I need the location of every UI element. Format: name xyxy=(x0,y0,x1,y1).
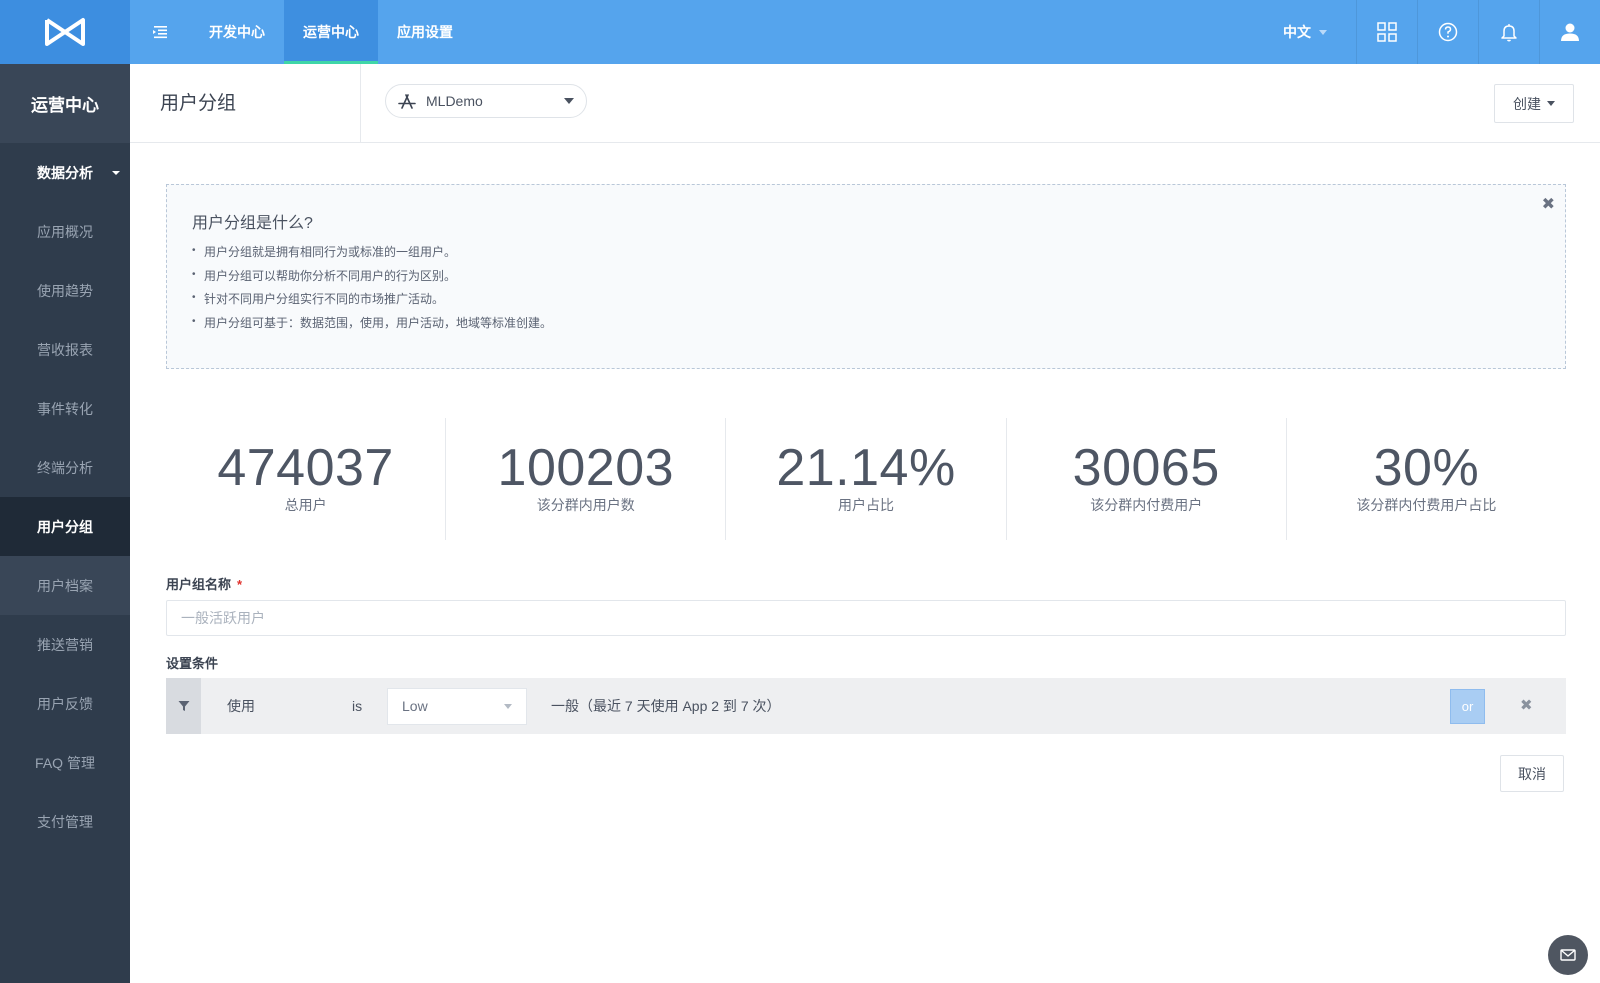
page-header: 用户分组 MLDemo 创建 xyxy=(130,64,1600,143)
info-panel: 用户分组是什么? 用户分组就是拥有相同行为或标准的一组用户。 用户分组可以帮助你… xyxy=(166,184,1566,369)
cancel-button[interactable]: 取消 xyxy=(1500,755,1564,792)
nav-ops-center[interactable]: 运营中心 xyxy=(284,0,378,64)
chevron-down-icon xyxy=(504,703,512,709)
stat-value: 100203 xyxy=(497,439,675,497)
info-item: 用户分组可以帮助你分析不同用户的行为区别。 xyxy=(192,263,1540,289)
bell-icon xyxy=(1501,24,1517,42)
nav-app-settings[interactable]: 应用设置 xyxy=(378,0,472,64)
stat-label: 该分群内付费用户 xyxy=(1090,497,1203,513)
header-divider xyxy=(360,64,361,143)
sidebar-item-push-marketing[interactable]: 推送营销 xyxy=(0,615,130,674)
app-select-value: MLDemo xyxy=(426,93,483,109)
apps-button[interactable] xyxy=(1356,0,1417,64)
brand-logo[interactable] xyxy=(0,0,130,64)
group-name-label: 用户组名称 * xyxy=(166,574,242,593)
sidebar-section-data-analysis[interactable]: 数据分析 xyxy=(0,143,130,202)
sidebar-item-app-overview[interactable]: 应用概况 xyxy=(0,202,130,261)
user-menu-button[interactable] xyxy=(1539,0,1600,64)
close-icon[interactable]: ✖ xyxy=(1542,197,1555,213)
create-button[interactable]: 创建 xyxy=(1494,84,1574,123)
conditions-label: 设置条件 xyxy=(166,656,219,671)
filter-handle[interactable] xyxy=(166,678,201,734)
sidebar-header: 运营中心 xyxy=(0,64,130,143)
message-icon xyxy=(1560,949,1576,961)
stats-row: 474037 总用户 100203 该分群内用户数 21.14% 用户占比 30… xyxy=(166,418,1566,540)
condition-row: 使用 is Low 一般（最近 7 天使用 App 2 到 7 次） or ✖ xyxy=(166,678,1566,734)
menu-toggle-button[interactable] xyxy=(130,0,190,64)
sidebar-item-event-conversion[interactable]: 事件转化 xyxy=(0,379,130,438)
info-item: 针对不同用户分组实行不同的市场推广活动。 xyxy=(192,286,1540,312)
sidebar-item-faq-management[interactable]: FAQ 管理 xyxy=(0,733,130,792)
stat-value: 474037 xyxy=(217,439,394,497)
top-right-tools: 中文 xyxy=(1254,0,1600,64)
group-name-input[interactable] xyxy=(166,600,1566,636)
stat-value: 30065 xyxy=(1072,439,1220,497)
stat-label: 该分群内付费用户占比 xyxy=(1356,497,1497,513)
stat-label: 用户占比 xyxy=(838,497,894,513)
stat-paying-ratio: 30% 该分群内付费用户占比 xyxy=(1287,418,1566,540)
notifications-button[interactable] xyxy=(1478,0,1539,64)
group-name-label-text: 用户组名称 xyxy=(166,577,232,592)
stat-label: 该分群内用户数 xyxy=(536,497,635,513)
sidebar-item-user-feedback[interactable]: 用户反馈 xyxy=(0,674,130,733)
help-icon xyxy=(1438,22,1458,42)
or-button[interactable]: or xyxy=(1450,689,1485,724)
sidebar-item-payment-management[interactable]: 支付管理 xyxy=(0,792,130,851)
menu-collapse-icon xyxy=(153,26,167,39)
sidebar-item-usage-trend[interactable]: 使用趋势 xyxy=(0,261,130,320)
page-title: 用户分组 xyxy=(160,93,237,114)
message-button[interactable] xyxy=(1548,935,1588,975)
sidebar-section-label: 数据分析 xyxy=(37,164,93,181)
condition-description: 一般（最近 7 天使用 App 2 到 7 次） xyxy=(551,698,781,714)
apps-grid-icon xyxy=(1377,22,1397,42)
stat-paying-users: 30065 该分群内付费用户 xyxy=(1007,418,1287,540)
language-label: 中文 xyxy=(1283,24,1311,40)
sidebar-item-device-analysis[interactable]: 终端分析 xyxy=(0,438,130,497)
condition-operator[interactable]: is xyxy=(352,698,387,714)
condition-value-select[interactable]: Low xyxy=(387,687,527,725)
chevron-down-icon xyxy=(1319,29,1327,35)
stat-user-ratio: 21.14% 用户占比 xyxy=(726,418,1007,540)
stat-total-users: 474037 总用户 xyxy=(166,418,447,540)
info-item: 用户分组可基于：数据范围，使用，用户活动，地域等标准创建。 xyxy=(192,310,1540,336)
close-icon[interactable]: ✖ xyxy=(1520,696,1533,714)
sidebar-item-user-profiles[interactable]: 用户档案 xyxy=(0,556,130,615)
stat-value: 30% xyxy=(1373,439,1480,497)
brand-logo-icon xyxy=(45,18,85,46)
stat-segment-users: 100203 该分群内用户数 xyxy=(446,418,727,540)
language-select[interactable]: 中文 xyxy=(1254,0,1356,64)
nav-dev-center[interactable]: 开发中心 xyxy=(190,0,284,64)
caret-down-icon xyxy=(112,171,120,175)
sidebar-item-revenue-report[interactable]: 营收报表 xyxy=(0,320,130,379)
condition-field[interactable]: 使用 xyxy=(227,696,352,716)
required-mark: * xyxy=(237,577,243,592)
app-select[interactable]: MLDemo xyxy=(385,84,587,118)
stat-value: 21.14% xyxy=(776,439,956,497)
help-button[interactable] xyxy=(1417,0,1478,64)
app-store-icon xyxy=(398,94,416,109)
chevron-down-icon xyxy=(1547,101,1555,106)
sidebar: 运营中心 数据分析 应用概况 使用趋势 营收报表 事件转化 终端分析 用户分组 … xyxy=(0,64,130,983)
user-icon xyxy=(1561,23,1579,41)
info-item: 用户分组就是拥有相同行为或标准的一组用户。 xyxy=(192,239,1540,265)
create-button-label: 创建 xyxy=(1513,95,1541,112)
info-title: 用户分组是什么? xyxy=(192,215,313,232)
condition-value: Low xyxy=(402,698,428,714)
stat-label: 总用户 xyxy=(284,497,327,513)
sidebar-item-user-segments[interactable]: 用户分组 xyxy=(0,497,130,556)
info-list: 用户分组就是拥有相同行为或标准的一组用户。 用户分组可以帮助你分析不同用户的行为… xyxy=(192,239,1540,336)
top-navbar: 开发中心 运营中心 应用设置 中文 xyxy=(0,0,1600,64)
filter-icon xyxy=(178,701,189,711)
chevron-down-icon xyxy=(564,98,574,104)
